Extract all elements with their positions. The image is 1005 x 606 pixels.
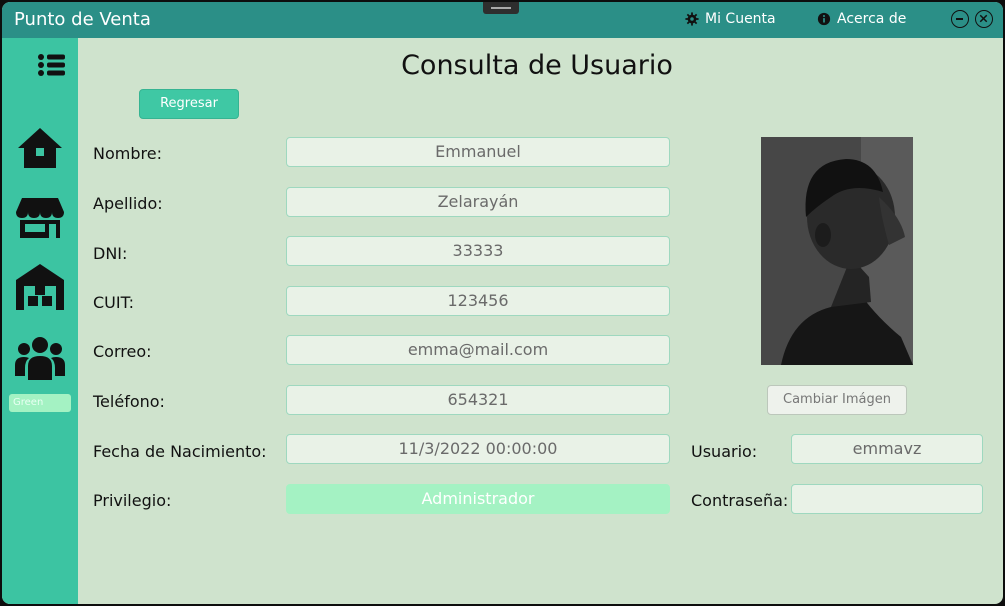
warehouse-icon[interactable] [16,262,64,310]
usuario-label: Usuario: [691,442,758,461]
dni-field[interactable]: 33333 [286,236,670,266]
cuit-field[interactable]: 123456 [286,286,670,316]
my-account-link[interactable]: Mi Cuenta [685,11,776,27]
cuit-label: CUIT: [93,293,135,312]
about-label: Acerca de [837,11,907,27]
drag-handle[interactable] [483,2,519,14]
telefono-field[interactable]: 654321 [286,385,670,415]
portrait-image [761,137,913,365]
my-account-label: Mi Cuenta [705,11,776,27]
close-icon [979,14,988,23]
sidebar: Green [2,38,78,604]
back-button[interactable]: Regresar [139,89,239,119]
about-link[interactable]: Acerca de [817,11,906,27]
nombre-field[interactable]: Emmanuel [286,137,670,167]
page-title: Consulta de Usuario [401,50,673,81]
menu-icon[interactable] [37,52,67,78]
gear-icon [685,12,699,26]
contrasena-label: Contraseña: [691,491,789,510]
theme-selector[interactable]: Green [9,394,71,412]
fecha-label: Fecha de Nacimiento: [93,442,267,461]
title-bar[interactable]: Punto de Venta Mi Cuenta Acerca de [2,2,1003,38]
fecha-field[interactable]: 11/3/2022 00:00:00 [286,434,670,464]
app-window: Punto de Venta Mi Cuenta Acerca de Green… [2,2,1003,604]
usuario-field[interactable]: emmavz [791,434,983,464]
info-icon [817,12,831,26]
home-icon[interactable] [18,126,62,170]
correo-field[interactable]: emma@mail.com [286,335,670,365]
privilegio-label: Privilegio: [93,491,172,510]
dni-label: DNI: [93,244,128,263]
minimize-button[interactable] [951,10,969,28]
users-icon[interactable] [15,336,65,380]
contrasena-field[interactable] [791,484,983,514]
apellido-label: Apellido: [93,194,163,213]
close-button[interactable] [975,10,993,28]
apellido-field[interactable]: Zelarayán [286,187,670,217]
minimize-icon [956,18,963,20]
store-icon[interactable] [16,196,64,240]
app-title: Punto de Venta [14,9,151,30]
change-image-button[interactable]: Cambiar Imágen [767,385,907,415]
privilegio-field[interactable]: Administrador [286,484,670,514]
user-photo [761,137,913,365]
nombre-label: Nombre: [93,144,162,163]
telefono-label: Teléfono: [93,392,165,411]
correo-label: Correo: [93,342,152,361]
